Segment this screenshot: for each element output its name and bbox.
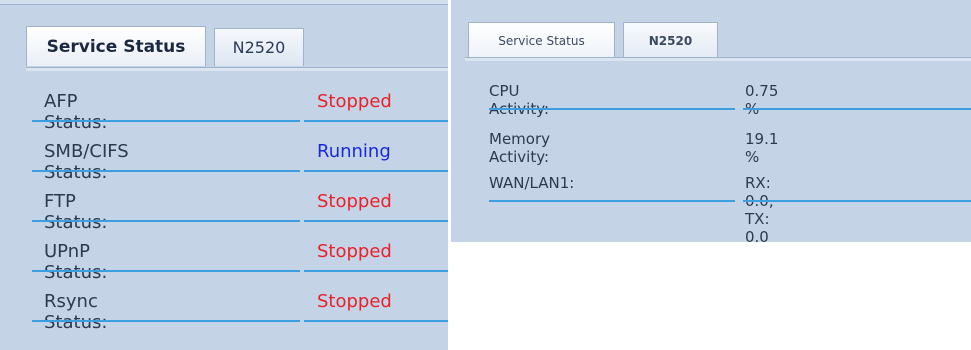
row-underline <box>304 170 448 172</box>
tab-label: N2520 <box>232 38 286 57</box>
row-underline <box>304 120 448 122</box>
activity-label: CPU Activity: <box>489 82 550 118</box>
tab-service-status[interactable]: Service Status <box>468 22 615 58</box>
tab-divider <box>26 67 448 71</box>
status-label: SMB/CIFS Status: <box>44 141 129 183</box>
status-value: Stopped <box>317 241 392 262</box>
status-value: Stopped <box>317 91 392 112</box>
row-underline <box>32 220 300 222</box>
status-label: FTP Status: <box>44 191 108 233</box>
row-underline <box>304 270 448 272</box>
row-underline <box>32 170 300 172</box>
tab-n2520[interactable]: N2520 <box>214 28 304 66</box>
panel-top-border <box>0 0 448 5</box>
system-activity-panel: Service Status N2520 CPU Activity: 0.75 … <box>451 0 971 242</box>
status-label: Rsync Status: <box>44 291 108 333</box>
tab-label: Service Status <box>498 33 585 48</box>
row-underline <box>743 200 971 202</box>
row-underline <box>304 320 448 322</box>
row-underline <box>32 270 300 272</box>
activity-value: 0.75 % <box>745 82 779 118</box>
row-underline <box>32 120 300 122</box>
activity-value: 19.1 % <box>745 130 779 166</box>
status-label: UPnP Status: <box>44 241 108 283</box>
row-underline <box>32 320 300 322</box>
row-underline <box>489 108 735 110</box>
row-underline <box>304 220 448 222</box>
tab-divider <box>465 57 971 61</box>
status-value: Stopped <box>317 191 392 212</box>
activity-label: WAN/LAN1: <box>489 174 575 192</box>
status-label: AFP Status: <box>44 91 108 133</box>
service-status-panel: Service Status N2520 AFP Status: Stopped… <box>0 0 448 350</box>
row-underline <box>743 108 971 110</box>
tab-service-status[interactable]: Service Status <box>26 26 206 66</box>
tab-n2520[interactable]: N2520 <box>623 22 718 58</box>
tab-label: N2520 <box>648 33 693 48</box>
row-underline <box>489 200 735 202</box>
activity-label: Memory Activity: <box>489 130 551 166</box>
status-value: Running <box>317 141 391 162</box>
tab-label: Service Status <box>46 36 186 57</box>
status-value: Stopped <box>317 291 392 312</box>
activity-value: RX: 0.0, TX: 0.0 MB/s <box>745 174 774 242</box>
